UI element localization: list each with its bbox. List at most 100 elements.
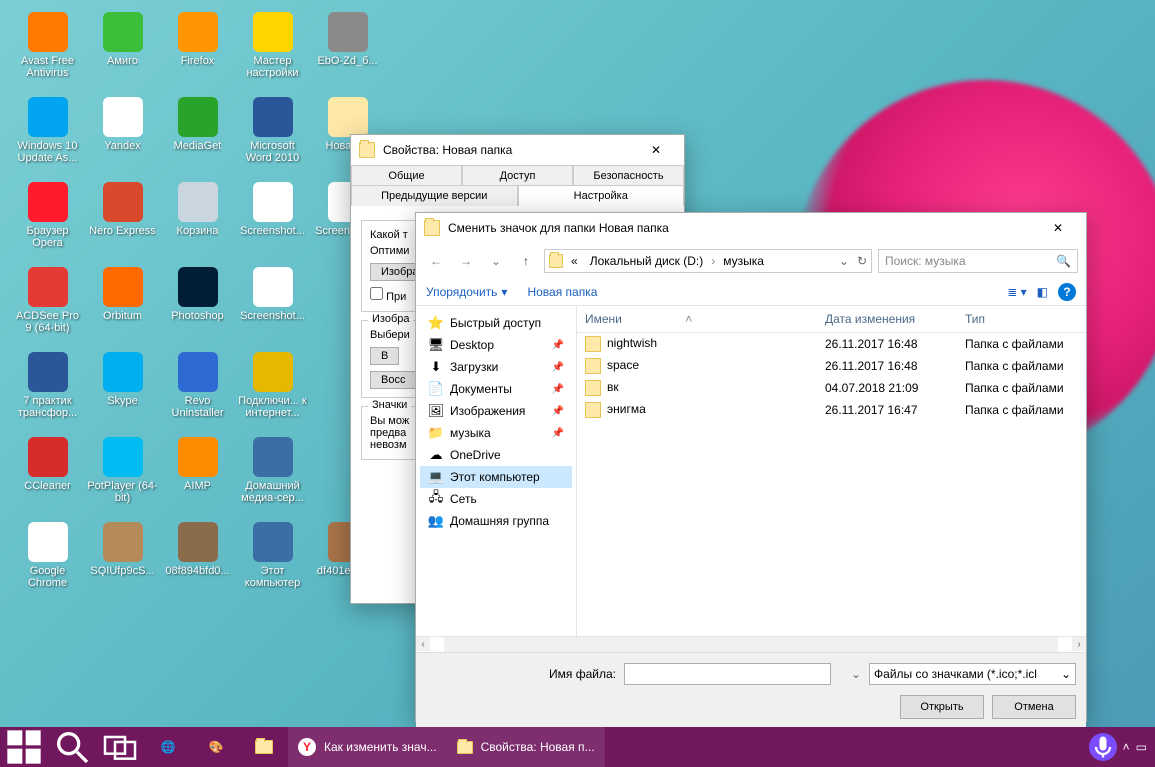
breadcrumb[interactable]: Локальный диск (D:) [586, 254, 708, 268]
change-icon-dialog[interactable]: Сменить значок для папки Новая папка ✕ ←… [415, 212, 1087, 722]
properties-titlebar[interactable]: Свойства: Новая папка ✕ [351, 135, 684, 165]
desktop-icon[interactable]: Google Chrome [10, 520, 85, 605]
new-folder-button[interactable]: Новая папка [527, 285, 597, 299]
desktop-icon[interactable]: 08f894bfd0... [160, 520, 235, 605]
search-input[interactable]: Поиск: музыка 🔍 [878, 249, 1078, 273]
file-row[interactable]: вк04.07.2018 21:09Папка с файлами [577, 377, 1086, 399]
up-button[interactable]: ↑ [514, 249, 538, 273]
address-bar[interactable]: « Локальный диск (D:) › музыка ⌄ ↻ [544, 249, 872, 273]
desktop-icon[interactable]: Orbitum [85, 265, 160, 350]
desktop-icon[interactable]: Мастер настройки [235, 10, 310, 95]
breadcrumb[interactable]: « [567, 254, 582, 268]
address-dropdown[interactable]: ⌄ [839, 254, 849, 268]
nav-bar: ← → ⌄ ↑ « Локальный диск (D:) › музыка ⌄… [416, 243, 1086, 279]
forward-button[interactable]: → [454, 249, 478, 273]
start-button[interactable] [0, 727, 48, 767]
view-button[interactable]: ≣ ▾ [1007, 285, 1026, 299]
search-button[interactable] [48, 727, 96, 767]
organize-menu[interactable]: Упорядочить ▾ [426, 285, 507, 299]
desktop-icon[interactable]: Photoshop [160, 265, 235, 350]
star-icon: ⭐ [428, 315, 444, 331]
choose-file-button[interactable]: В [370, 347, 399, 365]
desktop-icon[interactable]: PotPlayer (64-bit) [85, 435, 160, 520]
desktop-icon[interactable]: 7 практик трансфор... [10, 350, 85, 435]
file-row[interactable]: space26.11.2017 16:48Папка с файлами [577, 355, 1086, 377]
preview-pane-button[interactable]: ◧ [1037, 285, 1048, 299]
tab-general[interactable]: Общие [351, 165, 462, 186]
tb-app-globe[interactable]: 🌐 [144, 727, 192, 767]
sidebar-item[interactable]: 📁музыка📌 [420, 422, 572, 444]
desktop-icon[interactable]: SQIUfp9cS... [85, 520, 160, 605]
apply-checkbox[interactable] [370, 287, 383, 300]
desktop-icon[interactable]: ACDSee Pro 9 (64-bit) [10, 265, 85, 350]
tray-chevron[interactable]: ˄ [1123, 740, 1130, 754]
desktop-icon[interactable]: Screenshot... [235, 180, 310, 265]
col-date[interactable]: Дата изменения [817, 306, 957, 332]
open-button[interactable]: Открыть [900, 695, 984, 719]
desktop-icon[interactable]: Revo Uninstaller [160, 350, 235, 435]
filename-input[interactable] [624, 663, 831, 685]
desktop-icon[interactable]: Avast Free Antivirus [10, 10, 85, 95]
tb-app-explorer[interactable] [240, 727, 288, 767]
restore-button[interactable]: Восс [370, 371, 416, 389]
close-button[interactable]: ✕ [636, 136, 676, 164]
desktop-icon[interactable]: EbO-Zd_б... [310, 10, 385, 95]
desktop-icon[interactable]: Yandex [85, 95, 160, 180]
file-filter-combo[interactable]: Файлы со значками (*.ico;*.icl⌄ [869, 663, 1076, 685]
file-row[interactable]: nightwish26.11.2017 16:48Папка с файлами [577, 333, 1086, 355]
desktop-icon[interactable]: Домашний медиа-сер... [235, 435, 310, 520]
pin-icon: 📌 [552, 406, 564, 417]
tb-app-yandex[interactable]: YКак изменить знач... [288, 727, 447, 767]
desktop-icon[interactable]: Firefox [160, 10, 235, 95]
desktop-icon[interactable]: AIMP [160, 435, 235, 520]
desktop-icon[interactable]: Подключи... к интернет... [235, 350, 310, 435]
tb-app-properties[interactable]: Свойства: Новая п... [447, 727, 605, 767]
file-row[interactable]: энигма26.11.2017 16:47Папка с файлами [577, 399, 1086, 421]
desktop-icon[interactable]: Этот компьютер [235, 520, 310, 605]
dialog-titlebar[interactable]: Сменить значок для папки Новая папка ✕ [416, 213, 1086, 243]
sidebar-item[interactable]: 👥Домашняя группа [420, 510, 572, 532]
sidebar-item[interactable]: 🖥Desktop📌 [420, 334, 572, 356]
desktop-icon[interactable]: Амиго [85, 10, 160, 95]
cortana-mic[interactable] [1089, 733, 1117, 761]
back-button[interactable]: ← [424, 249, 448, 273]
tab-access[interactable]: Доступ [462, 165, 573, 186]
sidebar-item[interactable]: ☁OneDrive [420, 444, 572, 466]
desktop[interactable]: Avast Free AntivirusАмигоFirefoxМастер н… [0, 0, 1155, 767]
tab-customise[interactable]: Настройка [518, 185, 685, 206]
task-view-button[interactable] [96, 727, 144, 767]
refresh-button[interactable]: ↻ [857, 254, 867, 268]
taskbar[interactable]: 🌐 🎨 YКак изменить знач... Свойства: Нова… [0, 727, 1155, 767]
recent-dropdown[interactable]: ⌄ [484, 249, 508, 273]
cancel-button[interactable]: Отмена [992, 695, 1076, 719]
desktop-icon[interactable]: Nero Express [85, 180, 160, 265]
sidebar-item[interactable]: 🖧Сеть [420, 488, 572, 510]
help-button[interactable]: ? [1058, 283, 1076, 301]
close-button[interactable]: ✕ [1038, 214, 1078, 242]
desktop-icon[interactable]: MediaGet [160, 95, 235, 180]
desktop-icon[interactable]: Screenshot... [235, 265, 310, 350]
desktop-icon[interactable]: Windows 10 Update As... [10, 95, 85, 180]
action-center-button[interactable]: ▭ [1136, 740, 1147, 754]
scroll-left[interactable]: ‹ [416, 637, 430, 651]
sidebar-item[interactable]: ⬇Загрузки📌 [420, 356, 572, 378]
desktop-icon: 🖥 [428, 337, 444, 353]
breadcrumb[interactable]: музыка [719, 254, 768, 268]
col-type[interactable]: Тип [957, 306, 1086, 332]
scroll-right[interactable]: › [1072, 637, 1086, 651]
desktop-icon[interactable]: Браузер Opera [10, 180, 85, 265]
sidebar-item[interactable]: 💻Этот компьютер [420, 466, 572, 488]
sidebar-item[interactable]: 📄Документы📌 [420, 378, 572, 400]
filename-dropdown[interactable]: ⌄ [851, 667, 861, 681]
desktop-icon[interactable]: Skype [85, 350, 160, 435]
horizontal-scrollbar[interactable]: ‹ › [416, 636, 1086, 652]
sidebar-item[interactable]: ⭐Быстрый доступ [420, 312, 572, 334]
tb-app-paint[interactable]: 🎨 [192, 727, 240, 767]
tab-prev-versions[interactable]: Предыдущие версии [351, 185, 518, 206]
desktop-icon[interactable]: Корзина [160, 180, 235, 265]
sidebar-item[interactable]: 🖼Изображения📌 [420, 400, 572, 422]
col-name[interactable]: Имени ˄ [577, 306, 817, 332]
desktop-icon[interactable]: Microsoft Word 2010 [235, 95, 310, 180]
desktop-icon[interactable]: CCleaner [10, 435, 85, 520]
tab-security[interactable]: Безопасность [573, 165, 684, 186]
